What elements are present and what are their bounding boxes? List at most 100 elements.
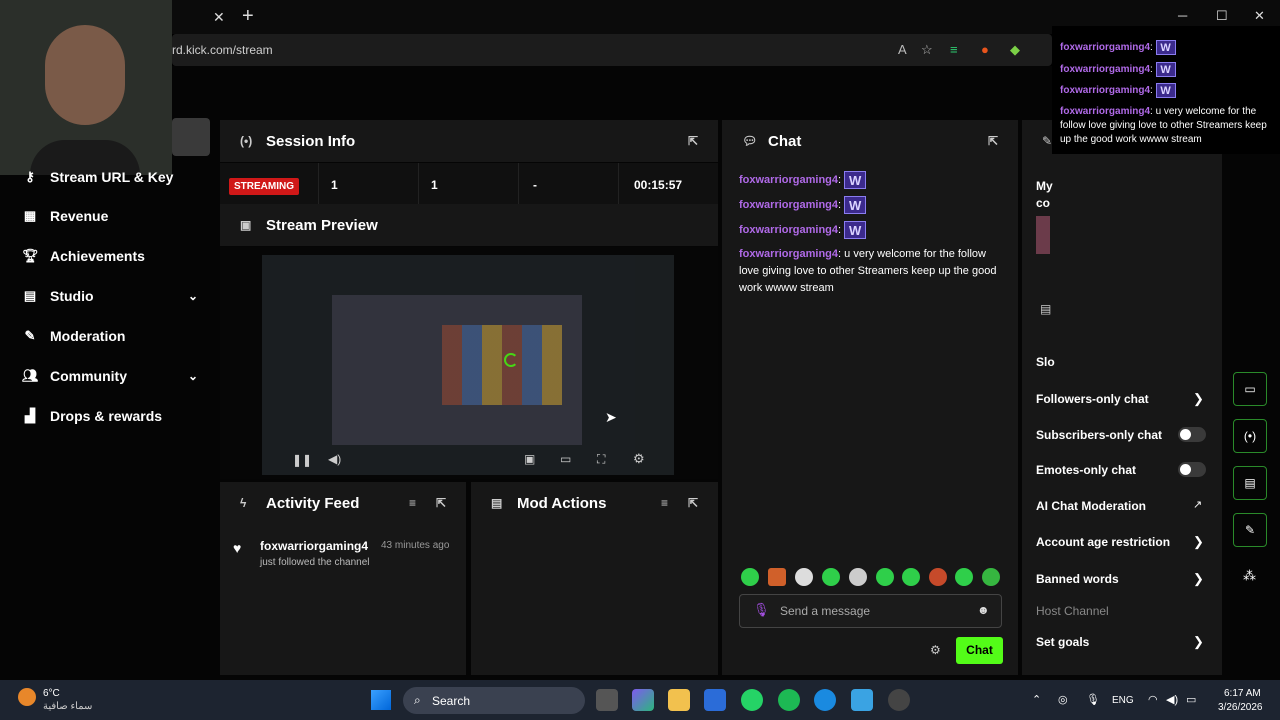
emote-icon[interactable]	[822, 568, 840, 586]
clock-date[interactable]: 3/26/2026	[1218, 702, 1263, 713]
sidebar-item-drops[interactable]: ▟ Drops & rewards	[22, 401, 202, 431]
video-player[interactable]: ❚❚ ◀) ▣ ▭ ⛶ ⚙ ➤	[220, 247, 718, 479]
chat-shortcut-button[interactable]: ▭	[1233, 372, 1267, 406]
maximize-button[interactable]: ☐	[1216, 8, 1228, 24]
chevron-down-icon: ⌄	[187, 369, 198, 383]
chevron-right-icon[interactable]: ❯	[1193, 391, 1204, 407]
tray-app-icon[interactable]: ◎	[1058, 693, 1068, 706]
extension-leaf-icon[interactable]: ◆	[1010, 42, 1020, 58]
file-explorer-icon[interactable]	[668, 689, 690, 711]
option-set-goals[interactable]: Set goals	[1036, 635, 1089, 649]
emote-icon[interactable]	[795, 568, 813, 586]
option-banned-words[interactable]: Banned words	[1036, 572, 1119, 586]
emote-icon[interactable]	[902, 568, 920, 586]
copilot-icon[interactable]	[632, 689, 654, 711]
read-aloud-icon[interactable]: A	[898, 42, 907, 57]
broadcast-shortcut-button[interactable]: (•)	[1233, 419, 1267, 453]
minimize-button[interactable]: ─	[1178, 8, 1187, 23]
tray-chevron-icon[interactable]: ⌃	[1032, 693, 1041, 706]
option-subscribers-only[interactable]: Subscribers-only chat	[1036, 428, 1162, 442]
emote-icon[interactable]	[929, 568, 947, 586]
language-indicator[interactable]: ENG	[1112, 695, 1134, 706]
layout-shortcut-button[interactable]: ▤	[1233, 466, 1267, 500]
subscribers-only-toggle[interactable]	[1178, 427, 1206, 442]
weather-icon[interactable]	[18, 688, 36, 706]
sidebar-item-achievements[interactable]: 🏆︎ Achievements	[22, 241, 202, 271]
popout-icon[interactable]: ⇱	[436, 496, 446, 510]
sidebar-item-label: Community	[50, 368, 127, 384]
wrench-icon: ✎	[1042, 134, 1053, 148]
option-host-channel[interactable]: Host Channel	[1036, 604, 1109, 618]
activity-username[interactable]: foxwarriorgaming4	[260, 539, 368, 553]
popout-icon[interactable]: ⇱	[688, 496, 698, 510]
external-link-icon[interactable]: ↗	[1193, 498, 1202, 511]
moderation-shortcut-button[interactable]: ✎	[1233, 513, 1267, 547]
picture-in-picture-icon[interactable]: ▣	[524, 452, 535, 466]
more-tools-icon[interactable]: ⁂	[1243, 568, 1256, 584]
chevron-right-icon[interactable]: ❯	[1193, 634, 1204, 650]
wifi-icon[interactable]: ◠	[1148, 693, 1158, 706]
filter-icon[interactable]: ≡	[409, 496, 416, 510]
chat-username[interactable]: foxwarriorgaming4	[739, 248, 838, 260]
store-icon[interactable]	[704, 689, 726, 711]
sidebar-item-studio[interactable]: ▤ Studio ⌄	[22, 281, 202, 311]
new-tab-button[interactable]: +	[242, 5, 254, 28]
emote-icon[interactable]	[849, 568, 867, 586]
url-text[interactable]: rd.kick.com/stream	[172, 43, 273, 57]
chat-username[interactable]: foxwarriorgaming4	[739, 224, 838, 236]
weather-temp[interactable]: 6°C	[43, 688, 60, 699]
emote-icon[interactable]	[982, 568, 1000, 586]
notepad-icon[interactable]	[851, 689, 873, 711]
emoji-picker-icon[interactable]: ☻	[977, 603, 990, 617]
whatsapp-icon[interactable]	[741, 689, 763, 711]
battery-icon[interactable]: ▭	[1186, 693, 1196, 706]
theater-mode-icon[interactable]: ▭	[560, 452, 571, 466]
chat-username[interactable]: foxwarriorgaming4	[739, 199, 838, 211]
pause-icon[interactable]: ❚❚	[292, 453, 312, 467]
webcam-face	[45, 25, 125, 125]
sidebar-item-moderation[interactable]: ✎ Moderation	[22, 321, 202, 351]
emotes-only-toggle[interactable]	[1178, 462, 1206, 477]
favorite-star-icon[interactable]: ☆	[921, 42, 933, 58]
emote-icon[interactable]	[768, 568, 786, 586]
windows-start-icon[interactable]	[371, 690, 391, 710]
extension-icon[interactable]: ≡	[950, 42, 958, 57]
clock-time[interactable]: 6:17 AM	[1224, 688, 1261, 699]
task-view-icon[interactable]	[596, 689, 618, 711]
chevron-right-icon[interactable]: ❯	[1193, 571, 1204, 587]
emote-icon[interactable]	[741, 568, 759, 586]
stream-preview-header: ▣ Stream Preview	[220, 204, 718, 246]
microphone-icon[interactable]: 🎙︎	[753, 602, 770, 618]
emote-icon[interactable]	[876, 568, 894, 586]
address-bar[interactable]	[172, 34, 1052, 66]
emote-icon[interactable]	[955, 568, 973, 586]
edge-browser-icon[interactable]	[814, 689, 836, 711]
popout-icon[interactable]: ⇱	[988, 134, 998, 148]
spotify-icon[interactable]	[778, 689, 800, 711]
volume-icon[interactable]: ◀)	[328, 452, 341, 466]
settings-gear-icon[interactable]: ⚙	[633, 451, 645, 467]
taskbar-search[interactable]	[403, 687, 585, 714]
option-followers-only[interactable]: Followers-only chat	[1036, 392, 1149, 406]
sidebar-collapse-button[interactable]	[172, 118, 210, 156]
obs-icon[interactable]	[888, 689, 910, 711]
send-chat-button[interactable]: Chat	[956, 637, 1003, 664]
volume-tray-icon[interactable]: ◀)	[1166, 693, 1178, 706]
sidebar-item-community[interactable]: 👥︎ Community ⌄	[22, 361, 202, 391]
chat-settings-gear-icon[interactable]: ⚙	[930, 643, 941, 657]
filter-icon[interactable]: ≡	[661, 496, 668, 510]
popout-icon[interactable]: ⇱	[688, 134, 698, 148]
chat-message-input[interactable]	[739, 594, 1002, 628]
option-ai-moderation[interactable]: AI Chat Moderation	[1036, 499, 1146, 513]
option-account-age[interactable]: Account age restriction	[1036, 535, 1170, 549]
fullscreen-icon[interactable]: ⛶	[597, 452, 605, 467]
tab-close-button[interactable]: ✕	[213, 9, 225, 26]
close-window-button[interactable]: ✕	[1254, 8, 1265, 24]
chevron-right-icon[interactable]: ❯	[1193, 534, 1204, 550]
microphone-tray-icon[interactable]: 🎙︎	[1086, 693, 1100, 706]
sidebar-item-stream-url[interactable]: ⚷ Stream URL & Key	[22, 162, 202, 192]
sidebar-item-revenue[interactable]: ▦ Revenue	[22, 201, 202, 231]
chat-username[interactable]: foxwarriorgaming4	[739, 174, 838, 186]
extension-flame-icon[interactable]: ●	[981, 42, 989, 57]
option-emotes-only[interactable]: Emotes-only chat	[1036, 463, 1136, 477]
